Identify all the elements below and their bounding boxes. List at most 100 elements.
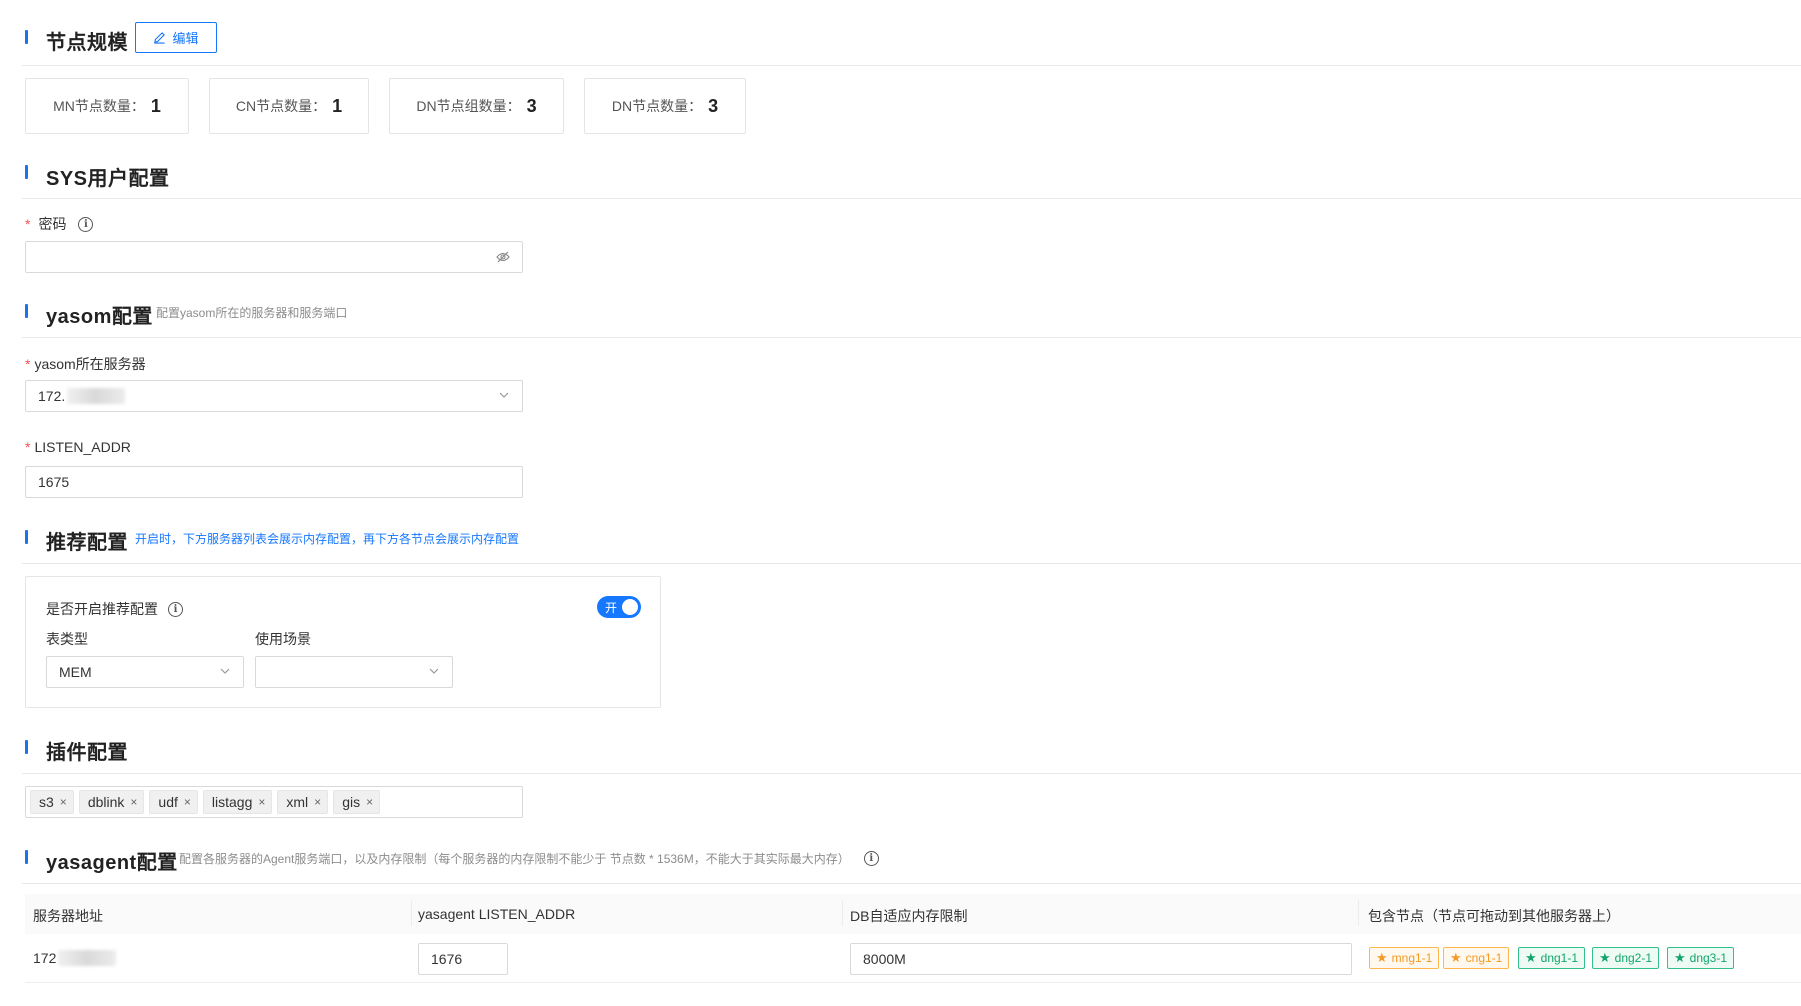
node-tag-label: dng3-1: [1689, 951, 1728, 965]
redacted-ip: [58, 950, 117, 966]
stat-card-dn-group: DN节点组数量： 3: [389, 78, 564, 134]
agent-listen-value: 1676: [431, 951, 463, 967]
chevron-down-icon: [220, 668, 230, 674]
node-tag-label: mng1-1: [1391, 951, 1433, 965]
edit-button[interactable]: 编辑: [135, 22, 217, 53]
agent-listen-input[interactable]: 1676: [418, 943, 508, 975]
table-row-divider: [25, 982, 1801, 983]
table-type-label: 表类型: [46, 631, 88, 647]
plugin-tag: listagg ×: [202, 790, 273, 814]
stat-value: 3: [526, 95, 537, 116]
plugin-tag: gis ×: [333, 790, 381, 814]
plugin-tag: udf ×: [149, 790, 198, 814]
stat-value: 3: [708, 95, 719, 116]
info-icon[interactable]: i: [78, 216, 94, 232]
table-type-select[interactable]: MEM: [46, 656, 244, 688]
yasom-server-select[interactable]: 172.: [25, 380, 523, 412]
node-tag-label: dng2-1: [1614, 951, 1653, 965]
close-icon[interactable]: ×: [366, 795, 373, 809]
divider: [22, 337, 1801, 338]
star-icon: ★: [1376, 950, 1388, 965]
close-icon[interactable]: ×: [258, 795, 265, 809]
column-separator: [1358, 900, 1359, 926]
enable-recommend-label: 是否开启推荐配置 i: [46, 599, 183, 619]
stat-label: CN节点数量：: [235, 98, 327, 114]
plugin-tag-label: gis: [342, 794, 361, 810]
info-icon[interactable]: i: [863, 851, 879, 866]
plugin-tag-label: xml: [286, 794, 309, 810]
plugin-tag: s3 ×: [30, 790, 74, 814]
enable-recommend-label-text: 是否开启推荐配置: [46, 601, 158, 617]
divider: [22, 65, 1801, 66]
listen-addr-value: 1675: [38, 474, 70, 490]
plugin-tag-label: s3: [39, 794, 54, 810]
node-tag[interactable]: ★ mng1-1: [1369, 947, 1440, 969]
section-marker: [25, 304, 28, 318]
close-icon[interactable]: ×: [184, 795, 191, 809]
stat-label: DN节点数量：: [611, 98, 703, 114]
plugin-tag-label: listagg: [211, 794, 253, 810]
column-separator: [411, 900, 412, 926]
password-label-text: 密码: [38, 216, 67, 232]
node-tag[interactable]: ★ dng1-1: [1518, 947, 1586, 969]
stat-card-mn: MN节点数量： 1: [25, 78, 189, 134]
password-label: * 密码 i: [25, 214, 94, 234]
listen-addr-input[interactable]: 1675: [25, 466, 523, 498]
section-marker: [25, 850, 28, 864]
column-separator: [842, 900, 843, 926]
yasom-server-label-text: yasom所在服务器: [34, 356, 146, 372]
divider: [22, 773, 1801, 774]
node-tag-label: dng1-1: [1540, 951, 1579, 965]
recommend-toggle[interactable]: 开: [597, 596, 641, 618]
chevron-down-icon: [429, 668, 439, 674]
star-icon: ★: [1525, 950, 1537, 965]
yasom-server-label: * yasom所在服务器: [25, 354, 146, 374]
scenario-select[interactable]: [255, 656, 453, 688]
section-subtitle-text: 配置各服务器的Agent服务端口，以及内存限制（每个服务器的内存限制不能少于 节…: [179, 852, 850, 866]
section-title-recommend: 推荐配置: [46, 532, 128, 554]
memory-limit-value: 8000M: [863, 951, 906, 967]
memory-limit-input[interactable]: 8000M: [850, 943, 1352, 975]
listen-addr-label: * LISTEN_ADDR: [25, 439, 131, 455]
plugins-tag-input[interactable]: s3 × dblink × udf × listagg × xml × gis ×: [25, 786, 523, 818]
section-title-sys-user: SYS用户配置: [46, 168, 170, 190]
stat-label: DN节点组数量：: [416, 98, 521, 114]
node-tag[interactable]: ★ dng2-1: [1592, 947, 1660, 969]
column-header-nodes: 包含节点（节点可拖动到其他服务器上）: [1368, 908, 1620, 924]
divider: [22, 198, 1801, 199]
server-address-cell: 172: [33, 950, 117, 966]
node-tag-label: cng1-1: [1465, 951, 1503, 965]
node-tag[interactable]: ★ dng3-1: [1667, 947, 1735, 969]
column-header-listen: yasagent LISTEN_ADDR: [418, 906, 576, 922]
close-icon[interactable]: ×: [314, 795, 321, 809]
close-icon[interactable]: ×: [130, 795, 137, 809]
close-icon[interactable]: ×: [60, 795, 67, 809]
chevron-down-icon: [499, 392, 509, 398]
table-type-value: MEM: [59, 664, 92, 680]
required-mark: *: [25, 439, 31, 455]
star-icon: ★: [1450, 950, 1462, 965]
password-field[interactable]: [25, 241, 523, 273]
section-title-node-scale: 节点规模: [46, 32, 128, 54]
plugin-tag: xml ×: [277, 790, 329, 814]
section-marker: [25, 740, 28, 754]
edit-button-label: 编辑: [172, 31, 199, 46]
section-marker: [25, 30, 28, 44]
section-marker: [25, 165, 28, 179]
info-icon[interactable]: i: [168, 601, 183, 617]
required-mark: *: [25, 356, 31, 372]
scenario-label: 使用场景: [255, 631, 311, 647]
section-subtitle: 配置yasom所在的服务器和服务端口: [156, 306, 348, 320]
stat-card-cn: CN节点数量： 1: [209, 78, 369, 134]
column-header-server: 服务器地址: [33, 908, 103, 924]
toggle-knob: [622, 599, 638, 615]
section-title-plugins: 插件配置: [46, 742, 128, 764]
eye-hidden-icon[interactable]: [496, 251, 510, 263]
section-title-yasom: yasom配置: [46, 306, 153, 328]
divider: [22, 563, 1801, 564]
section-title-yasagent: yasagent配置: [46, 852, 178, 874]
node-tag[interactable]: ★ cng1-1: [1443, 947, 1510, 969]
server-address-value: 172: [33, 950, 57, 966]
redacted-ip: [67, 388, 126, 404]
yasom-server-value: 172.: [38, 388, 66, 404]
